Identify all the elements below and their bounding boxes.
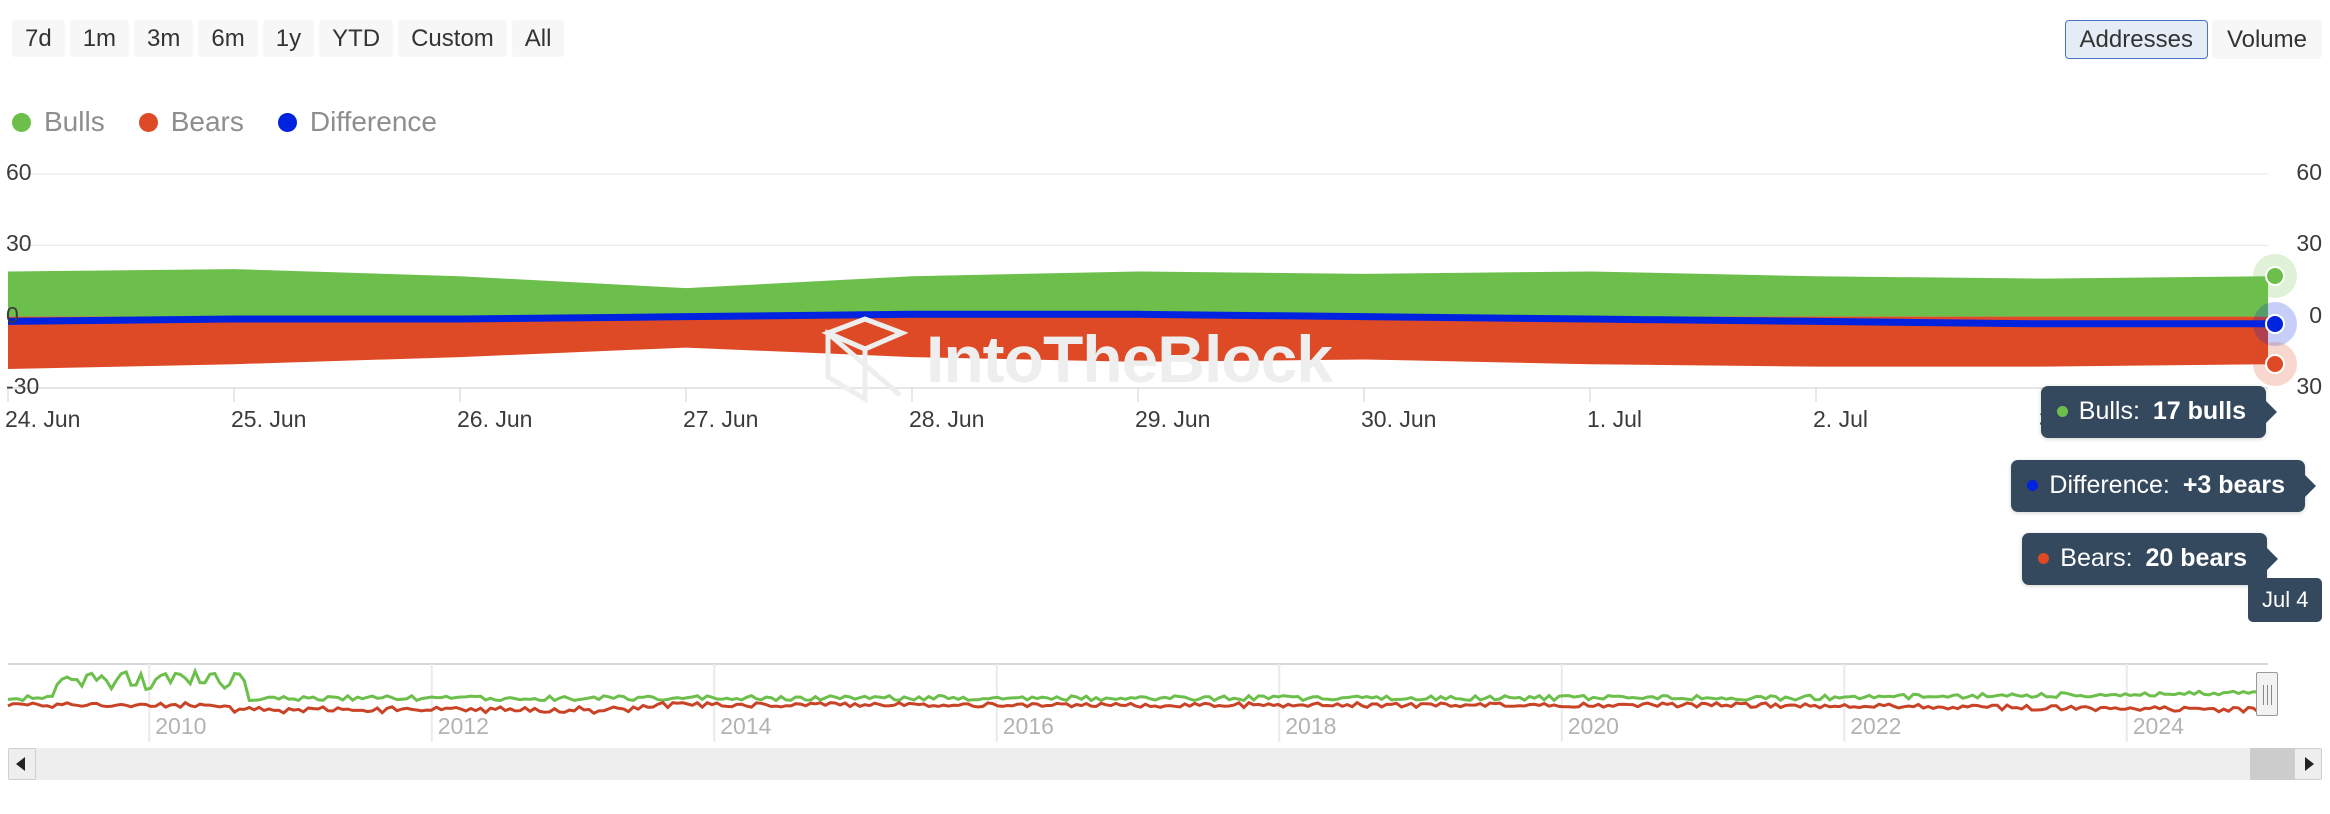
chevron-right-icon: [2305, 757, 2314, 771]
date-flag: Jul 4: [2248, 578, 2323, 622]
range-button-all[interactable]: All: [511, 20, 565, 58]
tooltip-bulls: Bulls: 17 bulls: [2040, 386, 2278, 438]
chart-legend: Bulls Bears Difference: [12, 108, 437, 136]
tooltip-dot-icon: [2038, 553, 2050, 564]
legend-label: Difference: [309, 106, 437, 137]
navigator-year-label: 2018: [1285, 713, 1337, 739]
y-axis-label-left: 0: [6, 301, 19, 328]
y-axis-label-left: -30: [6, 373, 40, 399]
legend-dot-icon: [277, 112, 297, 132]
navigator-line-bulls: [7, 667, 2269, 703]
tooltip-difference: Difference: +3 bears: [2011, 460, 2316, 512]
legend-item-difference[interactable]: Difference: [277, 106, 437, 137]
navigator-year-label: 2024: [2132, 713, 2184, 739]
x-axis-label: 24. Jun: [5, 406, 81, 432]
area-series-bulls: [8, 269, 2268, 317]
range-button-1m[interactable]: 1m: [69, 20, 130, 58]
navigator-year-label: 2010: [155, 713, 207, 739]
legend-dot-icon: [12, 112, 31, 132]
y-axis-label-right: 0: [2309, 301, 2322, 328]
x-axis-label: 2. Jul: [1813, 406, 1868, 432]
y-axis-label-left: 30: [6, 230, 32, 257]
tooltip-series-value: 17 bulls: [2152, 397, 2246, 425]
tooltip-series-name: Difference:: [2049, 471, 2170, 499]
range-button-1y[interactable]: 1y: [262, 20, 315, 58]
tooltip-series-name: Bulls:: [2078, 397, 2140, 425]
chart-navigator[interactable]: [0, 630, 2330, 745]
navigator-year-label: 2020: [1567, 713, 1619, 739]
x-axis-label: 28. Jun: [909, 406, 985, 432]
legend-label: Bears: [170, 106, 244, 137]
range-button-7d[interactable]: 7d: [12, 20, 65, 58]
legend-item-bulls[interactable]: Bulls: [12, 108, 105, 136]
chevron-left-icon: [16, 757, 25, 771]
scrollbar-thumb[interactable]: [2250, 748, 2296, 780]
navigator-svg: [7, 663, 2269, 742]
tooltip-series-name: Bears:: [2060, 544, 2133, 572]
metric-selector: Addresses Volume: [2064, 20, 2322, 60]
range-selector: 7d 1m 3m 6m 1y YTD Custom All: [12, 20, 565, 58]
tooltip-dot-icon: [2027, 480, 2039, 491]
chart-svg: [7, 173, 2268, 402]
chart-plot-area[interactable]: [0, 150, 2330, 600]
data-point-marker[interactable]: [2265, 313, 2285, 334]
x-axis-label: 29. Jun: [1135, 406, 1211, 432]
navigator-handle-right[interactable]: [2256, 672, 2278, 716]
x-axis-label: 30. Jun: [1361, 406, 1437, 432]
navigator-scrollbar[interactable]: [8, 748, 2322, 780]
scrollbar-track[interactable]: [34, 748, 2296, 780]
range-button-6m[interactable]: 6m: [198, 20, 258, 58]
tooltip-dot-icon: [2056, 406, 2068, 417]
y-axis-label-right: 60: [2296, 159, 2322, 185]
navigator-year-label: 2016: [1002, 713, 1054, 739]
y-axis-label-right: 30: [2296, 230, 2322, 257]
range-button-3m[interactable]: 3m: [134, 20, 194, 58]
scroll-left-button[interactable]: [8, 748, 36, 780]
x-axis-label: 1. Jul: [1587, 406, 1642, 432]
x-axis-label: 26. Jun: [457, 406, 533, 432]
navigator-year-label: 2014: [720, 713, 772, 739]
legend-label: Bulls: [44, 106, 105, 137]
y-axis-label-left: 60: [6, 159, 32, 185]
legend-dot-icon: [138, 112, 158, 132]
y-axis-label-right: 30: [2296, 373, 2322, 399]
x-axis-label: 25. Jun: [231, 406, 307, 432]
tooltip-series-value: 20 bears: [2145, 544, 2247, 572]
range-button-custom[interactable]: Custom: [398, 20, 507, 58]
range-button-ytd[interactable]: YTD: [319, 20, 394, 58]
navigator-year-label: 2022: [1850, 713, 1902, 739]
tooltip-series-value: +3 bears: [2182, 471, 2285, 499]
navigator-line-bears: [7, 700, 2269, 715]
scroll-right-button[interactable]: [2294, 748, 2322, 780]
metric-button-addresses[interactable]: Addresses: [2064, 20, 2208, 60]
x-axis-label: 27. Jun: [683, 406, 759, 432]
legend-item-bears[interactable]: Bears: [138, 106, 244, 137]
navigator-year-label: 2012: [437, 713, 489, 739]
metric-button-volume[interactable]: Volume: [2211, 20, 2322, 60]
chart-page: 7d 1m 3m 6m 1y YTD Custom All Addresses Volume B…: [0, 0, 2330, 814]
tooltip-bears: Bears: 20 bears: [2022, 533, 2278, 585]
